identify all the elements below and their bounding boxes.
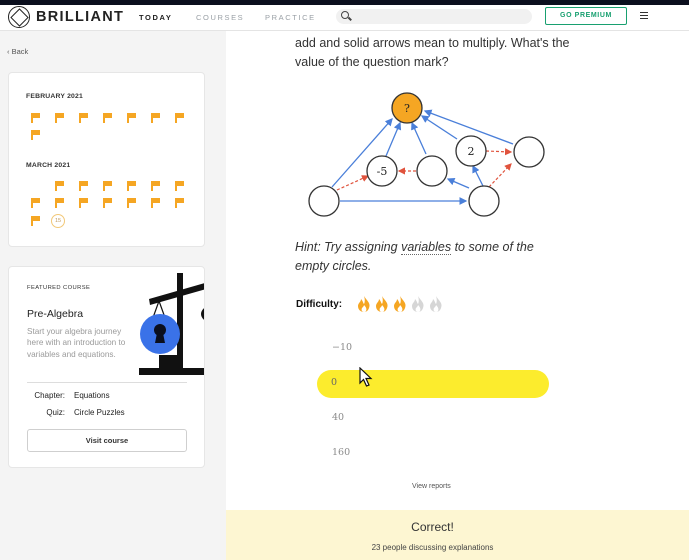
answer-option-selected[interactable]: 0 [317,370,549,398]
flame-icon [394,296,406,312]
logo[interactable]: BRILLIANT [8,6,124,28]
mouse-cursor-icon [359,367,373,387]
answer-option-3[interactable]: 40 [332,412,344,423]
flag-icon [127,198,137,208]
difficulty-rating [355,295,445,313]
flame-empty-icon [412,296,424,312]
answer-option-4[interactable]: 160 [332,447,350,458]
visit-course-button[interactable]: Visit course [27,429,187,452]
course-description: Start your algebra journey here with an … [27,327,126,359]
chapter-value: Equations [74,391,110,400]
flag-icon [127,113,137,123]
month-label-february: FEBRUARY 2021 [26,93,83,100]
view-reports-link[interactable]: View reports [412,483,451,490]
flame-icon [376,296,388,312]
flag-icon [103,181,113,191]
back-link[interactable]: ‹ Back [7,47,28,56]
top-nav: BRILLIANT TODAY COURSES PRACTICE GO PREM… [0,5,689,31]
flag-icon [55,198,65,208]
scale-lock-illustration [139,273,204,375]
flag-icon [31,130,41,140]
course-title[interactable]: Pre-Algebra [27,308,83,320]
nav-practice[interactable]: PRACTICE [265,13,316,22]
flag-icon [79,181,89,191]
featured-tag: FEATURED COURSE [27,285,91,291]
hamburger-menu-icon[interactable] [640,12,648,19]
flag-icon [151,198,161,208]
node-minus-five-label: -5 [377,165,388,178]
problem-panel: add and solid arrows mean to multiply. W… [226,31,689,560]
selected-option-label: 0 [331,377,338,388]
flag-icon [127,181,137,191]
flag-icon [151,113,161,123]
quiz-value: Circle Puzzles [74,408,125,417]
arrow-puzzle-diagram: ? -5 2 [308,92,545,217]
feedback-banner: Correct! 23 people discussing explanatio… [226,510,689,560]
hint-variables-link[interactable]: variables [401,240,452,255]
question-node-label: ? [404,102,410,115]
go-premium-button[interactable]: GO PREMIUM [545,7,627,25]
flag-icon [103,113,113,123]
course-divider [27,382,187,383]
node-two-label: 2 [468,145,475,158]
featured-course-card: FEATURED COURSE Pre-Algebra Start your a… [8,266,205,468]
flag-icon [31,113,41,123]
hint-prefix: Hint: Try assigning [295,240,402,254]
chapter-label: Chapter: [34,391,65,400]
flag-icon [151,181,161,191]
nav-today[interactable]: TODAY [139,13,172,22]
flame-empty-icon [430,296,442,312]
month-label-march: MARCH 2021 [26,162,71,169]
current-day-marker: 15 [51,214,65,228]
nav-courses[interactable]: COURSES [196,13,244,22]
logo-text: BRILLIANT [36,9,125,25]
discussion-link[interactable]: 23 people discussing explanations [226,543,639,552]
difficulty-label: Difficulty: [296,299,343,310]
flag-icon [175,198,185,208]
flame-icon [358,296,370,312]
flag-icon [79,113,89,123]
flag-icon [55,113,65,123]
flag-icon [79,198,89,208]
flag-icon [31,216,41,226]
flag-icon [103,198,113,208]
flag-icon [55,181,65,191]
quiz-label: Quiz: [46,408,65,417]
flag-icon [175,181,185,191]
answer-option-1[interactable]: −10 [332,342,352,353]
problem-prompt: add and solid arrows mean to multiply. W… [295,36,570,69]
hint-text: Hint: Try assigning variables to some of… [295,238,555,276]
brilliant-logo-icon [8,6,30,28]
search-input[interactable] [336,9,532,24]
flag-icon [31,198,41,208]
search-icon [341,11,349,19]
calendar-card: FEBRUARY 2021 MARCH 2021 15 [8,72,205,247]
flag-icon [175,113,185,123]
result-text: Correct! [411,520,454,534]
back-label: Back [11,47,29,56]
